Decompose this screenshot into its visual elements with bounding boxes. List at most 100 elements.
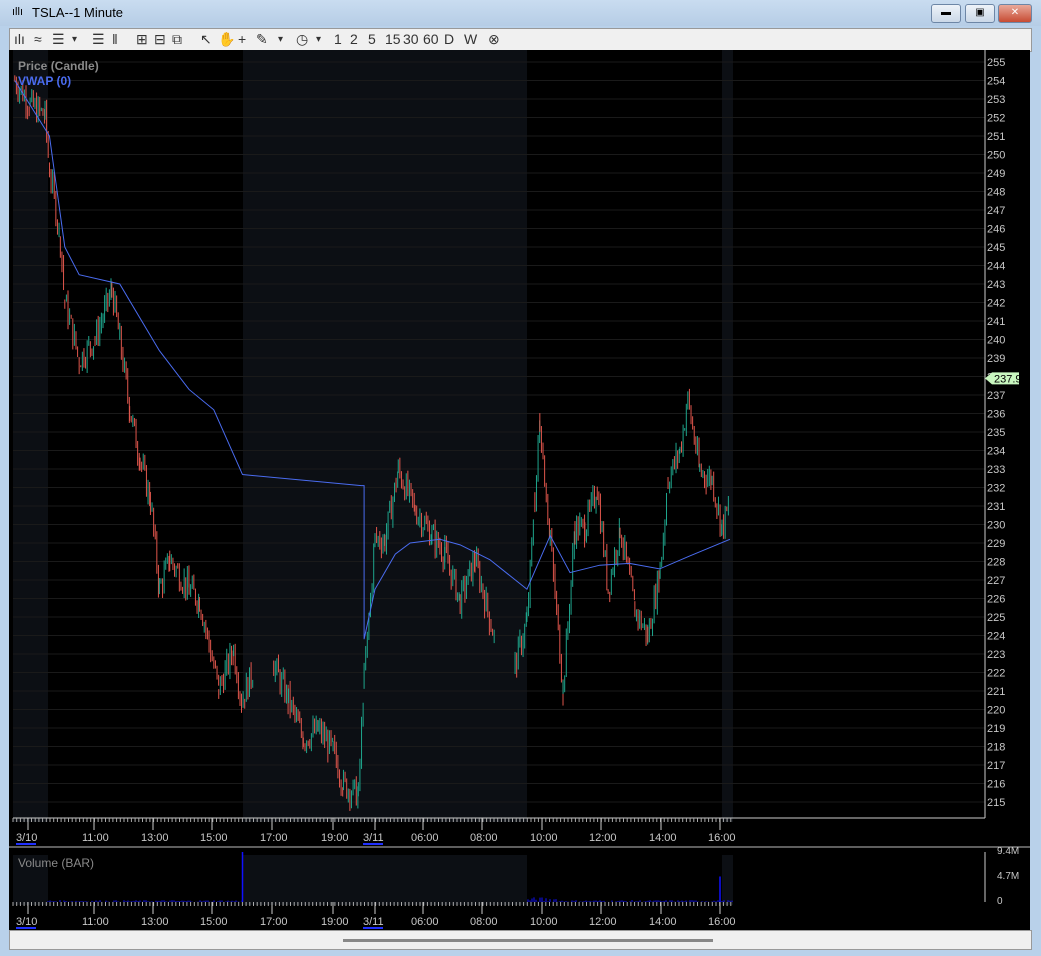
chart-type-icon[interactable]: ılı	[14, 31, 25, 47]
extended-hours-shade	[722, 855, 733, 905]
time-tick-label: 10:00	[530, 832, 558, 844]
time-tick-label: 19:00	[321, 832, 349, 844]
pencil-icon[interactable]: ✎	[256, 31, 268, 48]
chart-area[interactable]: 255 254 253 252 251 250 249 248 247 246 245 244 243 2…	[9, 50, 1030, 930]
vwap-label: VWAP (0)	[18, 74, 71, 88]
price-tick-label: 226	[987, 594, 1005, 606]
time-tick-label: 17:00	[260, 916, 288, 928]
extended-hours-shade	[722, 50, 733, 822]
time-tick-label: 12:00	[589, 916, 617, 928]
interval-D-button[interactable]: D	[444, 31, 454, 47]
dropdown-arrow-icon[interactable]: ▾	[278, 34, 283, 45]
hand-icon[interactable]: ✋	[218, 31, 235, 48]
price-tick-label: 236	[987, 409, 1005, 421]
title-bar: ıllı TSLA--1 Minute ▬ ▣ ✕	[0, 0, 1041, 26]
price-tick-label: 220	[987, 705, 1005, 717]
line-icon[interactable]: ≈	[34, 31, 42, 47]
time-tick-label: 13:00	[141, 916, 169, 928]
interval-60-button[interactable]: 60	[423, 31, 439, 47]
time-tick-label: 15:00	[200, 916, 228, 928]
pointer-icon[interactable]: ↖	[200, 31, 212, 48]
zoom-out-icon[interactable]: ⊟	[154, 31, 166, 48]
volume-tick-label: 0	[997, 896, 1003, 907]
zoom-in-icon[interactable]: ⊞	[136, 31, 148, 48]
price-tick-label: 255	[987, 57, 1005, 69]
crosshair-icon[interactable]: +	[238, 31, 246, 47]
time-tick-label: 11:00	[82, 916, 109, 928]
time-tick-label: 11:00	[82, 832, 109, 844]
price-tick-label: 219	[987, 723, 1005, 735]
time-tick-label: 06:00	[411, 916, 439, 928]
chart-app-icon: ıllı	[12, 6, 23, 18]
toolbar: ılı ≈ ☰ ▾ ☰ ‖ ⊞ ⊟ ⧉ ↖ ✋ + ✎ ▾ ◷ ▾ 1 2 5 15 30 60 D W ⊗	[9, 28, 1032, 52]
price-tick-label: 244	[987, 261, 1005, 273]
time-tick-label: 10:00	[530, 916, 558, 928]
price-tick-label: 235	[987, 427, 1005, 439]
time-tick-label: 08:00	[470, 916, 498, 928]
time-tick-label: 3/10	[16, 916, 37, 928]
price-tick-label: 232	[987, 483, 1005, 495]
chart-svg[interactable]: 255 254 253 252 251 250 249 248 247 246 245 244 243 2…	[9, 50, 1030, 930]
horizontal-scrollbar[interactable]	[343, 939, 713, 942]
price-tick-label: 243	[987, 279, 1005, 291]
price-tick-label: 218	[987, 742, 1005, 754]
time-tick-label: 3/10	[16, 832, 37, 844]
price-tick-label: 251	[987, 131, 1005, 143]
interval-15-button[interactable]: 15	[385, 31, 401, 47]
price-tick-label: 234	[987, 446, 1005, 458]
time-tick-label: 16:00	[708, 832, 736, 844]
price-tick-label: 233	[987, 464, 1005, 476]
dropdown-arrow-icon[interactable]: ▾	[316, 34, 321, 45]
price-tick-label: 229	[987, 538, 1005, 550]
price-tick-label: 217	[987, 760, 1005, 772]
time-tick-label: 12:00	[589, 832, 617, 844]
price-tick-label: 231	[987, 501, 1005, 513]
extended-hours-shade	[243, 855, 527, 905]
price-tick-label: 223	[987, 649, 1005, 661]
dropdown-arrow-icon[interactable]: ▾	[72, 34, 77, 45]
time-tick-label: 3/11	[363, 916, 384, 928]
minimize-button[interactable]: ▬	[931, 4, 961, 23]
interval-30-button[interactable]: 30	[403, 31, 419, 47]
price-tick-label: 247	[987, 205, 1005, 217]
interval-2-button[interactable]: 2	[350, 31, 358, 47]
time-tick-label: 08:00	[470, 832, 498, 844]
price-tick-label: 215	[987, 797, 1005, 809]
extended-hours-shade	[13, 50, 48, 822]
vlines-icon[interactable]: ‖	[112, 31, 118, 47]
price-tick-label: 250	[987, 150, 1005, 162]
maximize-button[interactable]: ▣	[965, 4, 995, 23]
close-button[interactable]: ✕	[998, 4, 1032, 23]
price-tick-label: 221	[987, 686, 1005, 698]
time-tick-label: 15:00	[200, 832, 228, 844]
time-tick-label: 17:00	[260, 832, 288, 844]
time-tick-label: 13:00	[141, 832, 169, 844]
cancel-icon[interactable]: ⊗	[488, 31, 500, 48]
clock-icon[interactable]: ◷	[296, 31, 308, 48]
price-tick-label: 239	[987, 353, 1005, 365]
time-tick-label: 16:00	[708, 916, 736, 928]
price-tick-label: 222	[987, 668, 1005, 680]
price-tick-label: 228	[987, 557, 1005, 569]
price-tick-label: 224	[987, 631, 1005, 643]
interval-5-button[interactable]: 5	[368, 31, 376, 47]
window-title: TSLA--1 Minute	[32, 5, 124, 20]
scroll-panel	[9, 930, 1032, 950]
fit-icon[interactable]: ⧉	[172, 31, 182, 48]
price-panel-label: Price (Candle)	[18, 59, 99, 73]
price-tick-label: 245	[987, 242, 1005, 254]
time-tick-label: 14:00	[649, 916, 677, 928]
volume-tick-label: 4.7M	[997, 871, 1019, 882]
time-tick-label: 19:00	[321, 916, 349, 928]
interval-W-button[interactable]: W	[464, 31, 477, 47]
price-tick-label: 225	[987, 612, 1005, 624]
interval-1-button[interactable]: 1	[334, 31, 342, 47]
time-tick-label: 3/11	[363, 832, 384, 844]
price-tick-label: 249	[987, 168, 1005, 180]
price-tick-label: 216	[987, 779, 1005, 791]
layers-icon[interactable]: ☰	[52, 31, 65, 48]
hlines-icon[interactable]: ☰	[92, 31, 105, 48]
time-tick-label: 14:00	[649, 832, 677, 844]
price-tick-label: 237	[987, 390, 1005, 402]
volume-panel-label: Volume (BAR)	[18, 856, 94, 870]
